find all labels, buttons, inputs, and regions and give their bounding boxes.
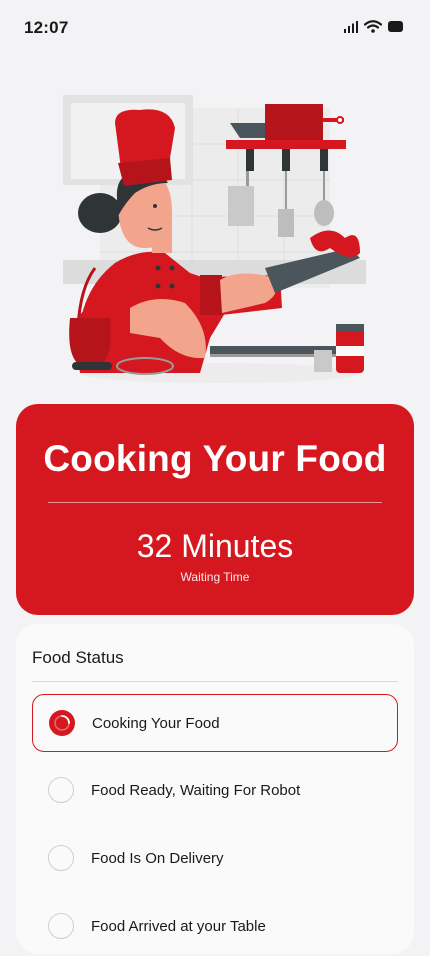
wifi-icon xyxy=(364,20,382,33)
food-status-card: Food Status Cooking Your Food Food Ready… xyxy=(16,624,414,954)
status-step-radio xyxy=(48,913,74,939)
status-step-cooking[interactable]: Cooking Your Food xyxy=(32,694,398,752)
card-divider xyxy=(48,502,382,503)
waiting-time-label: Waiting Time xyxy=(180,570,250,584)
food-status-divider xyxy=(32,681,398,682)
waiting-time-card: Cooking Your Food 32 Minutes Waiting Tim… xyxy=(16,404,414,615)
food-status-heading: Food Status xyxy=(32,648,124,667)
status-step-radio xyxy=(49,710,75,736)
status-step-arrived[interactable]: Food Arrived at your Table xyxy=(32,898,398,956)
status-icons xyxy=(344,20,404,33)
status-step-ready[interactable]: Food Ready, Waiting For Robot xyxy=(32,762,398,820)
status-step-label: Food Is On Delivery xyxy=(91,850,224,867)
status-step-radio xyxy=(48,777,74,803)
battery-icon xyxy=(388,21,403,32)
status-step-label: Food Arrived at your Table xyxy=(91,918,266,935)
cooking-status-title: Cooking Your Food xyxy=(43,438,387,479)
cellular-signal-icon xyxy=(344,20,358,33)
status-bar: 12:07 xyxy=(0,0,430,56)
status-step-delivery[interactable]: Food Is On Delivery xyxy=(32,830,398,888)
waiting-time-value: 32 Minutes xyxy=(136,528,294,564)
status-step-label: Food Ready, Waiting For Robot xyxy=(91,782,301,799)
status-time: 12:07 xyxy=(24,18,69,37)
progress-spinner-icon xyxy=(54,715,70,731)
status-step-radio xyxy=(48,845,74,871)
chef-illustration xyxy=(63,95,366,383)
status-step-label: Cooking Your Food xyxy=(92,715,220,732)
